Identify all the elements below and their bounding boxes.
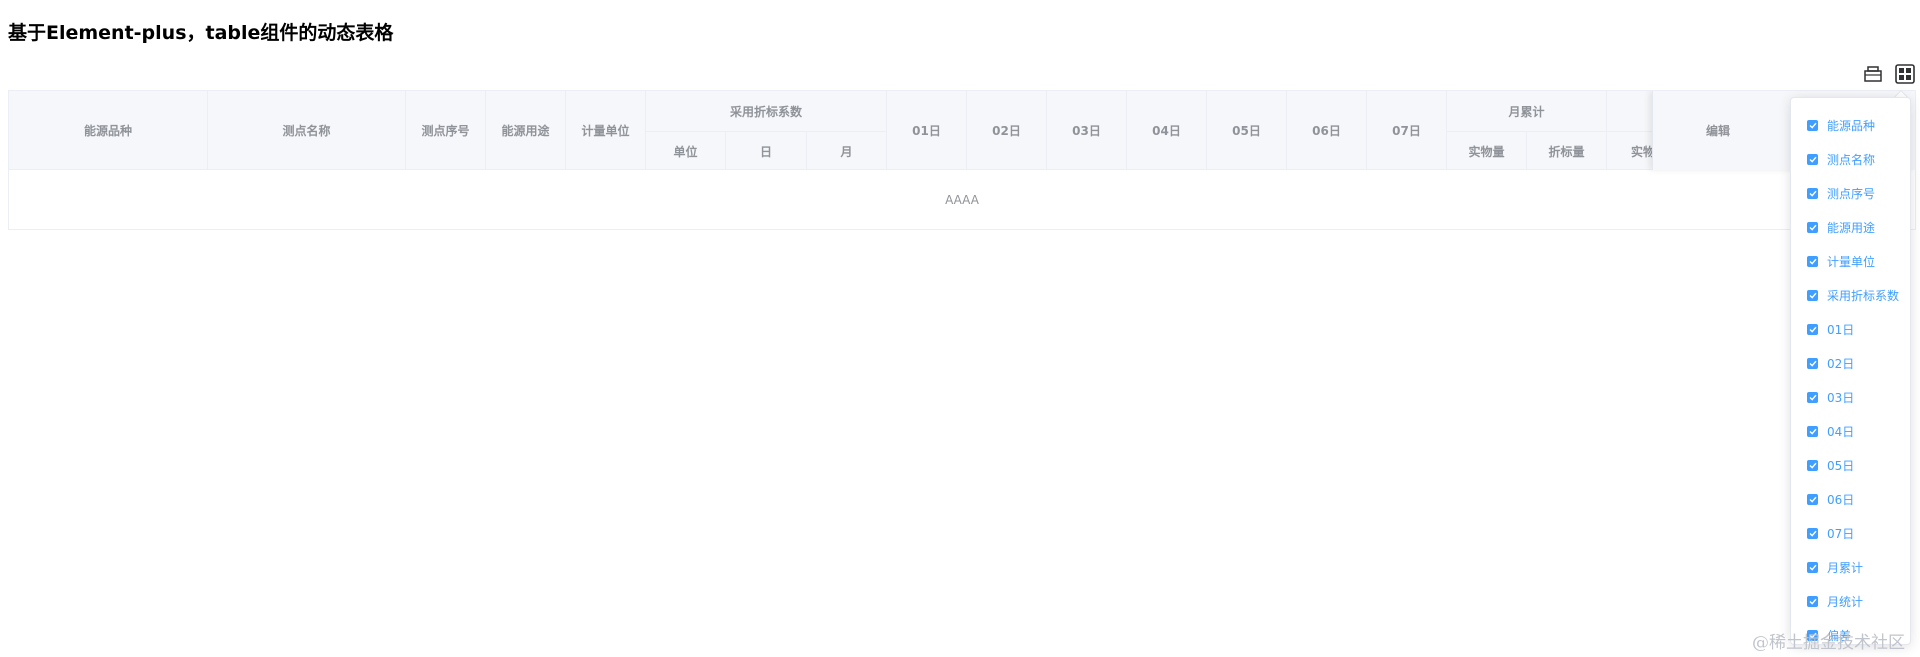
column-checkbox-item[interactable]: 月累计 (1807, 550, 1899, 584)
checkbox-checked-icon[interactable] (1807, 357, 1818, 369)
header-edit[interactable]: 编辑 (1653, 91, 1783, 170)
header-unit[interactable]: 计量单位 (566, 91, 646, 170)
column-checkbox-label: 05日 (1827, 458, 1855, 473)
print-button[interactable] (1862, 63, 1884, 85)
checkbox-checked-icon[interactable] (1807, 187, 1818, 199)
checkbox-checked-icon[interactable] (1807, 391, 1818, 403)
column-checkbox-label: 月统计 (1827, 594, 1864, 609)
column-checkbox-item[interactable]: 03日 (1807, 380, 1899, 414)
column-checkbox-label: 能源品种 (1827, 118, 1876, 133)
column-checkbox-label: 01日 (1827, 322, 1855, 337)
column-checkbox-item[interactable]: 能源用途 (1807, 210, 1899, 244)
checkbox-checked-icon[interactable] (1807, 323, 1818, 335)
column-checkbox-label: 测点序号 (1827, 186, 1876, 201)
header-point-name[interactable]: 测点名称 (208, 91, 406, 170)
header-point-seq[interactable]: 测点序号 (406, 91, 486, 170)
column-checkbox-label: 测点名称 (1827, 152, 1876, 167)
header-energy-type[interactable]: 能源品种 (9, 91, 208, 170)
header-coef-month[interactable]: 月 (807, 131, 887, 170)
table-header: 能源品种 测点名称 测点序号 能源用途 计量单位 采用折标系数 单位 日 月 0… (9, 91, 1915, 170)
column-checkbox-item[interactable]: 07日 (1807, 516, 1899, 550)
print-icon (1864, 66, 1882, 82)
column-checkbox-item[interactable]: 04日 (1807, 414, 1899, 448)
header-day-06[interactable]: 06日 (1287, 91, 1367, 170)
column-checkbox-label: 06日 (1827, 492, 1855, 507)
column-checkbox-label: 计量单位 (1827, 254, 1876, 269)
column-checkbox-item[interactable]: 02日 (1807, 346, 1899, 380)
header-day-03[interactable]: 03日 (1047, 91, 1127, 170)
column-checkbox-item[interactable]: 计量单位 (1807, 244, 1899, 278)
column-checkbox-label: 能源用途 (1827, 220, 1876, 235)
watermark: @稀土掘金技术社区 (1752, 633, 1905, 653)
column-checkbox-item[interactable]: 测点序号 (1807, 176, 1899, 210)
header-day-05[interactable]: 05日 (1207, 91, 1287, 170)
column-checkbox-label: 02日 (1827, 356, 1855, 371)
checkbox-checked-icon[interactable] (1807, 153, 1818, 165)
column-settings-icon (1895, 64, 1915, 84)
column-settings-popover: 能源品种测点名称测点序号能源用途计量单位采用折标系数 01日 02日 03日 04日 05… (1790, 97, 1911, 645)
column-checkbox-list: 能源品种测点名称测点序号能源用途计量单位采用折标系数 01日 02日 03日 04日 05… (1807, 108, 1899, 652)
checkbox-checked-icon[interactable] (1807, 221, 1818, 233)
column-checkbox-item[interactable]: 01日 (1807, 312, 1899, 346)
header-energy-use[interactable]: 能源用途 (486, 91, 566, 170)
header-coef-group[interactable]: 采用折标系数 (646, 91, 887, 131)
column-checkbox-item[interactable]: 测点名称 (1807, 142, 1899, 176)
column-checkbox-label: 07日 (1827, 526, 1855, 541)
checkbox-checked-icon[interactable] (1807, 289, 1818, 301)
header-day-01[interactable]: 01日 (887, 91, 967, 170)
table-toolbar (1862, 63, 1916, 85)
table-empty-text: AAAA (945, 193, 979, 207)
column-settings-button[interactable] (1894, 63, 1916, 85)
column-checkbox-item[interactable]: 05日 (1807, 448, 1899, 482)
column-checkbox-label: 月累计 (1827, 560, 1864, 575)
header-day-04[interactable]: 04日 (1127, 91, 1207, 170)
checkbox-checked-icon[interactable] (1807, 425, 1818, 437)
checkbox-checked-icon[interactable] (1807, 119, 1818, 131)
checkbox-checked-icon[interactable] (1807, 493, 1818, 505)
header-day-07[interactable]: 07日 (1367, 91, 1447, 170)
column-checkbox-item[interactable]: 采用折标系数 (1807, 278, 1899, 312)
dynamic-table: 能源品种 测点名称 测点序号 能源用途 计量单位 采用折标系数 单位 日 月 0… (8, 90, 1916, 230)
header-coef-unit[interactable]: 单位 (646, 131, 726, 170)
column-checkbox-item[interactable]: 06日 (1807, 482, 1899, 516)
checkbox-checked-icon[interactable] (1807, 561, 1818, 573)
column-checkbox-item[interactable]: 能源品种 (1807, 108, 1899, 142)
checkbox-checked-icon[interactable] (1807, 255, 1818, 267)
column-checkbox-label: 03日 (1827, 390, 1855, 405)
header-standard-qty[interactable]: 折标量 (1527, 131, 1607, 170)
checkbox-checked-icon[interactable] (1807, 595, 1818, 607)
header-coef-day[interactable]: 日 (726, 131, 807, 170)
column-checkbox-label: 04日 (1827, 424, 1855, 439)
column-checkbox-label: 采用折标系数 (1827, 288, 1900, 303)
header-day-02[interactable]: 02日 (967, 91, 1047, 170)
checkbox-checked-icon[interactable] (1807, 527, 1818, 539)
header-physical-qty[interactable]: 实物量 (1447, 131, 1527, 170)
column-checkbox-item[interactable]: 月统计 (1807, 584, 1899, 618)
page-title: 基于Element-plus，table组件的动态表格 (8, 22, 394, 44)
checkbox-checked-icon[interactable] (1807, 459, 1818, 471)
header-month-total[interactable]: 月累计 (1447, 91, 1607, 131)
